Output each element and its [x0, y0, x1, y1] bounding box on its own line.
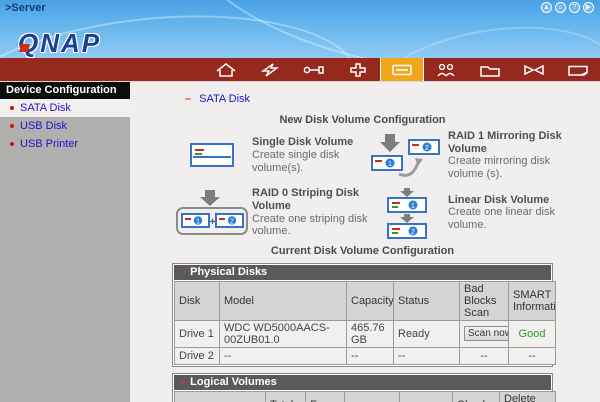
physical-disks-table: – Physical Disks Disk Model Capacity Stat… [172, 262, 556, 367]
system-tools-icon[interactable] [512, 58, 556, 81]
physical-disks-bar: – Physical Disks [174, 264, 551, 280]
page-title-text: SATA Disk [199, 93, 251, 105]
sidebar-title: Device Configuration [0, 82, 130, 99]
qnap-admin-page: >Server QNAP ▲ ⌂ ? ▶ Device Configuratio… [0, 0, 600, 402]
col-header-status: Status [393, 280, 460, 321]
topbar-icons: ▲ ⌂ ? ▶ [541, 2, 594, 13]
option-linear-volume[interactable]: 1 2 Linear Disk Volume Create one linear… [368, 187, 572, 239]
cell-model: -- [219, 346, 347, 365]
cell-capacity: -- [346, 346, 394, 365]
sidebar-item-sata-disk[interactable]: SATA Disk [0, 99, 130, 117]
red-dash-icon: – [185, 93, 192, 105]
col-header-delete-volume: Delete Disk Volume [499, 390, 556, 402]
cell-capacity: 465.76 GB [346, 319, 394, 348]
option-single-disk-volume[interactable]: Single Disk Volume Create single disk vo… [172, 130, 368, 181]
header: >Server QNAP ▲ ⌂ ? ▶ [0, 0, 600, 58]
col-header-smart: SMART Information [508, 280, 556, 321]
option-title: RAID 0 Striping Disk Volume [252, 187, 359, 212]
network-settings-icon[interactable] [336, 58, 380, 81]
svg-text:1: 1 [411, 203, 415, 210]
col-header-capacity: Capacity [346, 280, 394, 321]
logout-icon[interactable]: ▲ [541, 2, 552, 13]
bullet-icon [10, 106, 14, 110]
device-configuration-icon[interactable] [380, 58, 424, 81]
option-raid1-mirroring[interactable]: 2 1 RAID 1 Mirroring Disk Volume Create … [368, 130, 572, 181]
new-volume-heading: New Disk Volume Configuration [279, 114, 446, 126]
option-title: Single Disk Volume [252, 136, 354, 149]
breadcrumb: >Server [5, 2, 46, 14]
system-settings-icon[interactable] [292, 58, 336, 81]
backup-icon[interactable] [556, 58, 600, 81]
col-header-total-size: Total Size [265, 390, 306, 402]
quick-configuration-icon[interactable] [248, 58, 292, 81]
col-header-model: Model [219, 280, 347, 321]
cell-disk: Drive 1 [174, 319, 220, 348]
col-header-disk: Disk [174, 280, 220, 321]
smart-status-badge: Good [508, 319, 556, 348]
logical-volumes-title: Logical Volumes [190, 375, 277, 388]
home-nav-icon[interactable] [204, 58, 248, 81]
volume-options: Single Disk Volume Create single disk vo… [172, 130, 572, 239]
sidebar-item-label: USB Disk [20, 120, 68, 132]
cell-disk: Drive 2 [174, 346, 220, 365]
sidebar-item-usb-printer[interactable]: USB Printer [0, 135, 130, 153]
option-desc: Create single disk volume(s). [252, 148, 340, 174]
sidebar-item-usb-disk[interactable]: USB Disk [0, 117, 130, 135]
col-header-status: Status [344, 390, 400, 402]
col-header-bad-blocks: Bad Blocks Scan [459, 280, 509, 321]
cell-model: WDC WD5000AACS-00ZUB01.0 [219, 319, 347, 348]
option-raid0-striping[interactable]: 1 + 2 RAID 0 Striping Disk Volume Create… [172, 187, 368, 239]
user-management-icon[interactable] [424, 58, 468, 81]
option-desc: Create one linear disk volume. [448, 206, 556, 231]
col-header-format: Format [399, 390, 453, 402]
option-desc: Create mirroring disk volume (s). [448, 155, 551, 180]
svg-text:1: 1 [196, 218, 200, 225]
qnap-logo: QNAP [18, 28, 101, 58]
red-dash-icon: – [180, 375, 187, 388]
help-icon[interactable]: ? [569, 2, 580, 13]
svg-text:1: 1 [388, 161, 392, 168]
table-row-drive1: Drive 1 WDC WD5000AACS-00ZUB01.0 465.76 … [174, 319, 556, 348]
raid1-icon: 2 1 [368, 132, 448, 178]
cell-status: Ready [393, 319, 460, 348]
body: Device Configuration SATA Disk USB Disk … [0, 82, 600, 402]
logical-volumes-table: –Logical Volumes Volume Total Size Free … [172, 372, 556, 402]
current-config-heading: Current Disk Volume Configuration [270, 244, 455, 257]
bullet-icon [10, 124, 14, 128]
col-header-volume: Volume [174, 390, 266, 402]
content: – SATA Disk New Disk Volume Configuratio… [130, 82, 600, 402]
scan-now-button[interactable]: Scan now [464, 326, 508, 342]
sidebar-item-label: SATA Disk [20, 102, 71, 114]
col-header-check-disk: Check Disk [452, 390, 500, 402]
sidebar-item-label: USB Printer [20, 138, 79, 150]
svg-text:2: 2 [425, 145, 429, 152]
svg-text:2: 2 [411, 229, 415, 236]
red-dash-icon: – [180, 265, 187, 278]
home-icon[interactable]: ⌂ [555, 2, 566, 13]
svg-text:+: + [210, 217, 216, 228]
option-title: Linear Disk Volume [448, 193, 550, 206]
cell-scan: -- [459, 346, 509, 365]
network-share-icon[interactable] [468, 58, 512, 81]
page-title: – SATA Disk [185, 93, 600, 105]
brand-text: QNAP [18, 28, 102, 58]
cell-status: -- [393, 346, 460, 365]
main-toolbar [0, 58, 600, 82]
option-desc: Create one striping disk volume. [252, 212, 368, 238]
option-title: RAID 1 Mirroring Disk Volume [448, 130, 562, 155]
logo-accent [19, 44, 30, 52]
single-disk-icon [172, 140, 252, 170]
forward-icon[interactable]: ▶ [583, 2, 594, 13]
logical-volumes-bar: – Logical Volumes [174, 374, 551, 390]
bullet-icon [10, 142, 14, 146]
svg-text:2: 2 [230, 218, 234, 225]
raid0-icon: 1 + 2 [172, 188, 252, 238]
linear-icon: 1 2 [368, 187, 448, 239]
table-row-drive2: Drive 2 -- -- -- -- -- [174, 346, 556, 365]
sidebar: Device Configuration SATA Disk USB Disk … [0, 82, 130, 402]
col-header-free-size: Free Size [305, 390, 345, 402]
cell-smart: -- [508, 346, 556, 365]
physical-disks-title: Physical Disks [190, 265, 268, 278]
